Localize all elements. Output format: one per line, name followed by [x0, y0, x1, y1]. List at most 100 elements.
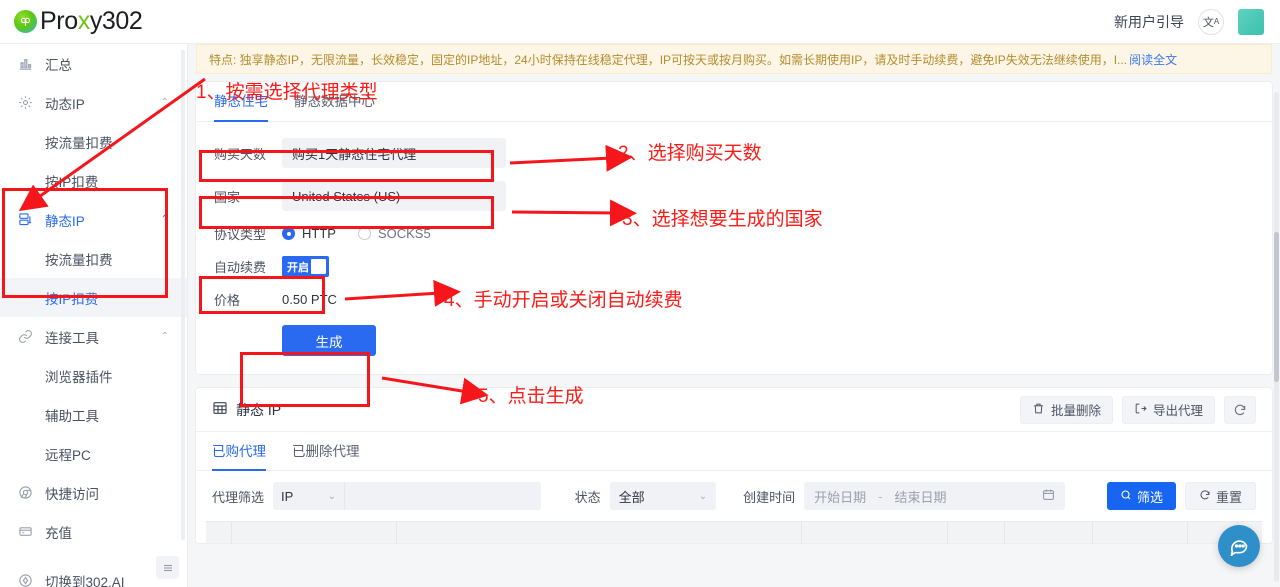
wallet-icon	[16, 524, 34, 539]
read-full-link[interactable]: 阅读全文	[1129, 51, 1177, 68]
sidebar: 汇总 动态IP ⌃ 按流量扣费 按IP扣费 静态IP ⌃ 按流量扣费 按IP扣费	[0, 44, 188, 587]
country-select[interactable]: United States (US) ⌄	[282, 181, 506, 211]
header-right-group: 新用户引导 文A	[1114, 8, 1280, 35]
radio-dot-icon	[282, 227, 295, 240]
days-select-value: 购买1天静态住宅代理	[292, 146, 417, 162]
sidebar-item-dynamic-traffic[interactable]: 按流量扣费	[0, 122, 187, 161]
status-label: 状态	[574, 489, 601, 505]
avatar[interactable]	[1238, 8, 1264, 35]
content-scrollbar[interactable]	[1274, 92, 1279, 582]
chart-bar-icon	[16, 56, 34, 71]
reset-button[interactable]: 重置	[1184, 482, 1256, 510]
sidebar-item-recharge[interactable]: 充值	[0, 512, 187, 551]
radio-socks5[interactable]: SOCKS5	[357, 226, 431, 241]
panel-title-text: 静态 IP	[236, 401, 282, 418]
sidebar-item-static-perip[interactable]: 按IP扣费	[0, 278, 187, 317]
search-filter-label: 筛选	[1136, 489, 1163, 505]
proxy-filter-type-select[interactable]: IP ⌄	[273, 482, 345, 510]
refresh-icon[interactable]	[1224, 395, 1256, 424]
protocol-row: 协议类型 HTTP SOCKS5	[214, 224, 1272, 243]
panel-actions: 批量删除 导出代理	[1019, 395, 1256, 424]
sidebar-item-label: 动态IP	[45, 96, 85, 112]
sidebar-scrollbar[interactable]	[181, 50, 185, 540]
sidebar-item-label: 辅助工具	[45, 408, 99, 424]
table-header-cell	[802, 522, 948, 543]
app-logo[interactable]: Proxy302	[0, 7, 143, 36]
end-date-text: 结束日期	[894, 489, 947, 505]
sidebar-item-summary[interactable]: 汇总	[0, 44, 187, 83]
new-user-guide-link[interactable]: 新用户引导	[1114, 12, 1184, 32]
proxy-filter-type-value: IP	[281, 488, 294, 504]
gear-ip-icon	[16, 95, 34, 110]
country-row: 国家 United States (US) ⌄	[214, 181, 1272, 211]
calendar-icon	[1042, 488, 1055, 504]
sidebar-item-label: 浏览器插件	[45, 369, 113, 385]
sidebar-item-label: 静态IP	[45, 213, 85, 229]
chat-bubble-icon[interactable]	[1218, 525, 1260, 567]
toggle-knob	[311, 259, 326, 274]
radio-http[interactable]: HTTP	[282, 226, 336, 241]
scrollbar-thumb[interactable]	[1274, 232, 1279, 382]
table-header-cell	[397, 522, 802, 543]
days-select[interactable]: 购买1天静态住宅代理 ⌄	[282, 138, 506, 168]
price-label: 价格	[214, 293, 241, 308]
autorenew-label: 自动续费	[214, 260, 267, 275]
batch-delete-button[interactable]: 批量删除	[1019, 395, 1113, 424]
translate-icon[interactable]: 文A	[1198, 8, 1224, 35]
logo-text: Proxy302	[40, 7, 143, 35]
proxy-filter-input[interactable]	[344, 482, 541, 510]
trash-icon	[1032, 402, 1045, 418]
chevron-up-icon: ⌃	[160, 214, 169, 225]
sidebar-item-label: 充值	[45, 525, 72, 541]
sidebar-item-label: 按流量扣费	[45, 252, 113, 268]
country-select-value: United States (US)	[292, 188, 401, 204]
purchase-card: 静态住宅 静态数据中心 购买天数 购买1天静态住宅代理 ⌄ 国家 United …	[196, 82, 1272, 374]
sidebar-item-helper-tools[interactable]: 辅助工具	[0, 395, 187, 434]
sidebar-item-label: 按IP扣费	[45, 291, 99, 307]
price-row: 价格 0.50 PTC	[214, 290, 1272, 309]
sidebar-item-label: 远程PC	[45, 447, 91, 463]
table-header-cell	[206, 522, 232, 543]
sidebar-item-static-traffic[interactable]: 按流量扣费	[0, 239, 187, 278]
export-proxy-button[interactable]: 导出代理	[1121, 395, 1215, 424]
sidebar-item-quick-access[interactable]: 快捷访问	[0, 473, 187, 512]
tab-static-residential[interactable]: 静态住宅	[214, 82, 268, 122]
tab-purchased-proxies[interactable]: 已购代理	[212, 432, 266, 471]
chevron-down-icon: ⌄	[487, 147, 496, 159]
batch-delete-label: 批量删除	[1050, 404, 1101, 418]
top-header: Proxy302 新用户引导 文A	[0, 0, 1280, 44]
tab-deleted-proxies[interactable]: 已删除代理	[292, 432, 360, 470]
main-content: 特点: 独享静态IP，无限流量，长效稳定，固定的IP地址，24小时保持在线稳定代…	[188, 44, 1280, 587]
proxy-filter-label: 代理筛选	[212, 489, 265, 505]
table-header-cell	[1005, 522, 1093, 543]
tab-static-datacenter[interactable]: 静态数据中心	[294, 82, 375, 121]
radio-http-label: HTTP	[302, 226, 336, 241]
sidebar-item-remote-pc[interactable]: 远程PC	[0, 434, 187, 473]
start-date-text: 开始日期	[814, 489, 867, 505]
date-range-picker[interactable]: 开始日期 - 结束日期	[804, 482, 1065, 510]
sidebar-item-connect-tools[interactable]: 连接工具 ⌃	[0, 317, 187, 356]
generate-button[interactable]: 生成	[282, 325, 376, 356]
status-select-value: 全部	[618, 489, 645, 505]
autorenew-toggle-label: 开启	[287, 261, 309, 274]
sidebar-item-label: 按流量扣费	[45, 135, 113, 151]
switch-icon	[16, 573, 34, 587]
chevron-down-icon: ⌄	[698, 490, 708, 502]
protocol-label: 协议类型	[214, 227, 267, 242]
search-filter-button[interactable]: 筛选	[1106, 482, 1176, 510]
refresh-icon	[1199, 489, 1211, 504]
autorenew-toggle[interactable]: 开启	[282, 256, 329, 277]
sidebar-item-dynamic-ip[interactable]: 动态IP ⌃	[0, 83, 187, 122]
sidebar-item-dynamic-perip[interactable]: 按IP扣费	[0, 161, 187, 200]
table-header-cell	[232, 522, 397, 543]
notice-banner: 特点: 独享静态IP，无限流量，长效稳定，固定的IP地址，24小时保持在线稳定代…	[196, 44, 1272, 74]
reset-label: 重置	[1215, 489, 1242, 505]
collapse-sidebar-icon[interactable]	[156, 556, 179, 579]
sidebar-item-label: 连接工具	[45, 330, 99, 346]
sidebar-item-static-ip[interactable]: 静态IP ⌃	[0, 200, 187, 239]
sidebar-item-browser-extension[interactable]: 浏览器插件	[0, 356, 187, 395]
chevron-up-icon: ⌃	[160, 331, 169, 342]
app-root: Proxy302 新用户引导 文A 汇总 动态IP ⌃ 按流量扣费 按IP扣费	[0, 0, 1280, 587]
status-select[interactable]: 全部 ⌄	[609, 482, 717, 510]
chevron-up-icon: ⌃	[160, 97, 169, 108]
